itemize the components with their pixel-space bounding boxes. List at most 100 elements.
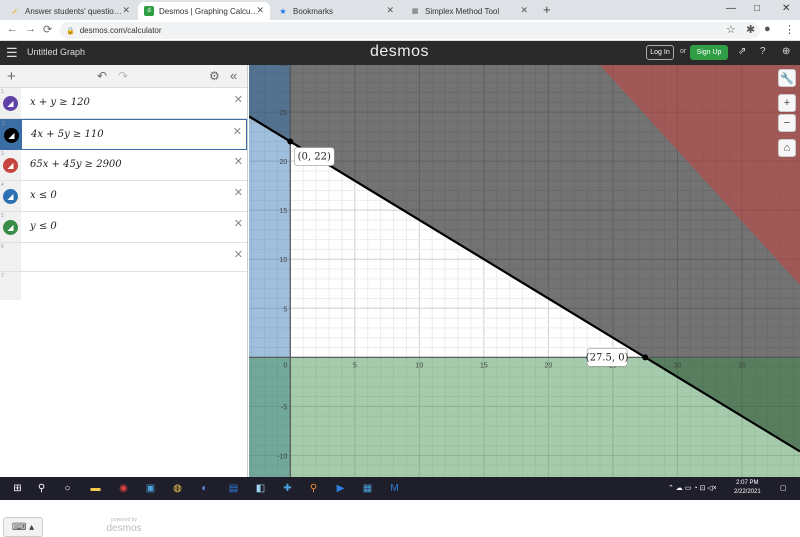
expression-gutter: 1 ◢ bbox=[0, 88, 21, 118]
reload-icon[interactable]: ⟳ bbox=[43, 23, 52, 36]
y-tick-label: -10 bbox=[277, 453, 287, 460]
notifications-icon[interactable]: ▢ bbox=[780, 484, 787, 492]
close-icon[interactable]: ✕ bbox=[386, 5, 394, 16]
login-button[interactable]: Log In bbox=[646, 45, 674, 60]
url-field[interactable]: 🔒 desmos.com/calculator bbox=[60, 22, 760, 39]
add-expression-icon[interactable]: + bbox=[7, 68, 16, 85]
empty-expression-row[interactable]: 7 bbox=[0, 272, 247, 300]
y-tick-label: 25 bbox=[279, 110, 287, 117]
maximize-button[interactable]: □ bbox=[754, 3, 760, 14]
desmos-logo: desmos bbox=[370, 43, 430, 60]
zoom-out-button[interactable]: − bbox=[778, 114, 796, 132]
app-icon[interactable]: ✚ bbox=[280, 481, 295, 496]
expression-panel: + ↶ ↷ ⚙ « 1 ◢ x + y ≥ 120 ✕ 2 ◢ 4x + 5y ≥ 110 ✕… bbox=[0, 65, 248, 537]
extensions-icon[interactable]: ✱ bbox=[746, 23, 755, 36]
new-tab-button[interactable]: + bbox=[543, 2, 551, 17]
menu-icon[interactable]: ⋮ bbox=[784, 23, 795, 36]
signup-button[interactable]: Sign Up bbox=[690, 45, 728, 60]
desmos-header: ☰ Untitled Graph desmos Log In or Sign U… bbox=[0, 41, 800, 65]
file-explorer-icon[interactable]: ▬ bbox=[88, 481, 103, 496]
zoom-in-button[interactable]: + bbox=[778, 94, 796, 112]
expression-gutter: 5 ◢ bbox=[0, 212, 21, 242]
shading-toggle-icon[interactable]: ◢ bbox=[3, 158, 18, 173]
expression-gutter: 4 ◢ bbox=[0, 181, 21, 211]
share-icon[interactable]: ⇗ bbox=[738, 46, 746, 57]
close-window-button[interactable]: ✕ bbox=[782, 3, 790, 14]
tab-desmos[interactable]: d Desmos | Graphing Calculator ✕ bbox=[138, 2, 270, 20]
delete-expression-icon[interactable]: ✕ bbox=[234, 93, 243, 106]
tab-simplex[interactable]: ▦ Simplex Method Tool ✕ bbox=[404, 2, 534, 20]
search-icon[interactable]: ⚲ bbox=[34, 481, 49, 496]
expression-row[interactable]: 1 ◢ x + y ≥ 120 ✕ bbox=[0, 88, 247, 119]
app-icon[interactable]: ▦ bbox=[360, 481, 375, 496]
windows-start-icon[interactable]: ⊞ bbox=[10, 481, 25, 496]
y-tick-label: 10 bbox=[279, 257, 287, 264]
shading-toggle-icon[interactable]: ◢ bbox=[4, 128, 19, 143]
language-icon[interactable]: ⊕ bbox=[782, 46, 790, 57]
expression-number: 7 bbox=[1, 273, 4, 279]
tool-icon: ▦ bbox=[411, 8, 419, 15]
hamburger-menu-icon[interactable]: ☰ bbox=[6, 45, 18, 61]
star-icon: ★ bbox=[279, 6, 287, 16]
minimize-button[interactable]: — bbox=[726, 3, 736, 14]
expression-input[interactable]: x ≤ 0 bbox=[30, 190, 57, 201]
tray-icons[interactable]: ⌃ ☁ ▭ ◔ ⊡ ◁× bbox=[668, 484, 717, 492]
graph-paper[interactable]: 05101520253035-10-551015202530(0, 22)(27… bbox=[249, 65, 800, 477]
keyboard-toggle-button[interactable]: ⌨ ▴ bbox=[3, 517, 43, 537]
tab-chegg[interactable]: ✓ Answer students' questions and ... ✕ bbox=[4, 2, 136, 20]
powered-by-desmos: powered by desmos bbox=[100, 517, 148, 534]
home-zoom-icon[interactable]: ⌂ bbox=[778, 139, 796, 157]
expression-toolbar: + ↶ ↷ ⚙ « bbox=[0, 65, 247, 88]
delete-expression-icon[interactable]: ✕ bbox=[234, 155, 243, 168]
expression-input[interactable]: y ≤ 0 bbox=[30, 221, 57, 232]
task-view-icon[interactable]: ○ bbox=[60, 481, 75, 496]
help-icon[interactable]: ? bbox=[760, 46, 766, 57]
profile-icon[interactable]: ● bbox=[764, 23, 771, 35]
chrome-icon[interactable]: ◍ bbox=[170, 481, 185, 496]
y-tick-label: -5 bbox=[281, 404, 287, 411]
redo-icon[interactable]: ↷ bbox=[118, 69, 128, 83]
app-icon[interactable]: ◉ bbox=[116, 481, 131, 496]
expression-row[interactable]: 3 ◢ 65x + 45y ≥ 2900 ✕ bbox=[0, 150, 247, 181]
graph-canvas[interactable]: 05101520253035-10-551015202530(0, 22)(27… bbox=[249, 65, 800, 477]
shading-toggle-icon[interactable]: ◢ bbox=[3, 96, 18, 111]
empty-expression-row[interactable]: 6 ✕ bbox=[0, 243, 247, 272]
expression-row[interactable]: 2 ◢ 4x + 5y ≥ 110 ✕ bbox=[0, 119, 247, 150]
app-icon[interactable]: ▣ bbox=[143, 481, 158, 496]
expression-input[interactable]: x + y ≥ 120 bbox=[30, 97, 90, 108]
delete-expression-icon[interactable]: ✕ bbox=[233, 125, 242, 138]
expression-input[interactable]: 4x + 5y ≥ 110 bbox=[31, 129, 104, 140]
graph-title[interactable]: Untitled Graph bbox=[27, 47, 85, 57]
undo-icon[interactable]: ↶ bbox=[97, 69, 107, 83]
app-icon[interactable]: ▤ bbox=[226, 481, 241, 496]
back-icon[interactable]: ← bbox=[7, 23, 18, 35]
expression-row[interactable]: 4 ◢ x ≤ 0 ✕ bbox=[0, 181, 247, 212]
delete-expression-icon[interactable]: ✕ bbox=[234, 186, 243, 199]
close-icon[interactable]: ✕ bbox=[122, 5, 130, 16]
expression-gutter: 7 bbox=[0, 272, 21, 300]
lock-icon: 🔒 bbox=[66, 27, 75, 35]
graph-settings-wrench-icon[interactable]: 🔧 bbox=[778, 69, 796, 87]
forward-icon[interactable]: → bbox=[25, 23, 36, 35]
app-icon[interactable]: ◧ bbox=[253, 481, 268, 496]
clock[interactable]: 2:07 PM 2/22/2021 bbox=[734, 479, 761, 497]
app-icon[interactable]: ◐ bbox=[197, 481, 212, 496]
bookmark-star-icon[interactable]: ☆ bbox=[726, 23, 736, 36]
expression-input[interactable]: 65x + 45y ≥ 2900 bbox=[30, 159, 122, 170]
close-icon[interactable]: ✕ bbox=[520, 5, 528, 16]
zoom-app-icon[interactable]: ▶ bbox=[333, 481, 348, 496]
tab-bookmarks[interactable]: ★ Bookmarks ✕ bbox=[272, 2, 400, 20]
shading-toggle-icon[interactable]: ◢ bbox=[3, 220, 18, 235]
delete-expression-icon[interactable]: ✕ bbox=[234, 248, 243, 261]
expression-row[interactable]: 5 ◢ y ≤ 0 ✕ bbox=[0, 212, 247, 243]
settings-gear-icon[interactable]: ⚙ bbox=[209, 69, 220, 83]
app-icon[interactable]: M bbox=[387, 481, 402, 496]
delete-expression-icon[interactable]: ✕ bbox=[234, 217, 243, 230]
close-icon[interactable]: ✕ bbox=[256, 5, 264, 16]
point-label: (27.5, 0) bbox=[586, 352, 629, 363]
shading-toggle-icon[interactable]: ◢ bbox=[3, 189, 18, 204]
expression-number: 2 bbox=[2, 121, 5, 127]
search-app-icon[interactable]: ⚲ bbox=[306, 481, 321, 496]
collapse-panel-icon[interactable]: « bbox=[230, 68, 237, 83]
clock-time: 2:07 PM bbox=[736, 480, 759, 486]
